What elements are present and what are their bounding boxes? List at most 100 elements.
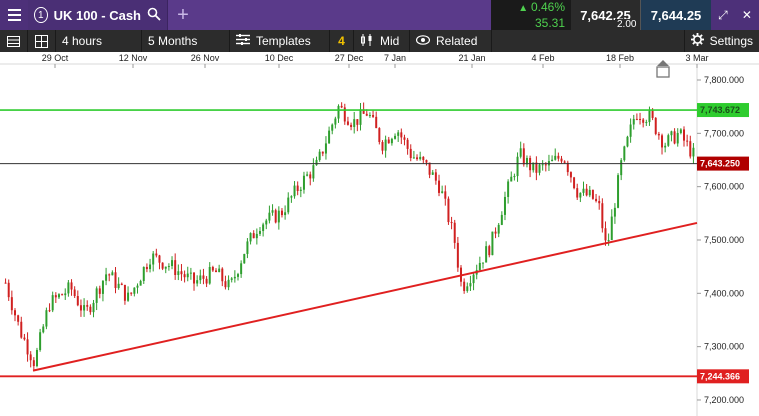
- candle-body: [607, 240, 610, 242]
- candle-body: [205, 278, 208, 284]
- instrument-selector[interactable]: 1 UK 100 - Cash: [28, 0, 168, 30]
- candle-body: [689, 141, 692, 157]
- candle-body: [416, 157, 419, 160]
- interval-selector[interactable]: 4 hours: [56, 30, 142, 52]
- candle-body: [86, 305, 89, 307]
- price-chart[interactable]: 29 Oct 12 Nov 26 Nov 10 Dec 27 Dec 7 Jan 21 Ja…: [0, 52, 759, 416]
- candle-body: [306, 174, 309, 176]
- range-selector[interactable]: 5 Months: [142, 30, 230, 52]
- candle-body: [340, 105, 343, 108]
- candle-body: [626, 136, 629, 147]
- candle-body: [92, 302, 95, 313]
- candle-body: [215, 270, 218, 273]
- candle-body: [221, 268, 224, 282]
- candle-body: [472, 274, 475, 284]
- candle-body: [667, 135, 670, 146]
- date-tick-label: 4 Feb: [531, 53, 554, 63]
- close-icon[interactable]: ✕: [742, 8, 752, 22]
- buy-price-button[interactable]: 7,644.25: [641, 0, 711, 30]
- candles-icon: [360, 33, 374, 49]
- candle-body: [29, 354, 32, 361]
- change-percent: 0.46%: [518, 0, 565, 16]
- price-tick-label: 7,400.000: [704, 288, 744, 298]
- candle-body: [130, 292, 133, 294]
- price-type-selector[interactable]: Mid: [354, 30, 410, 52]
- candle-body: [544, 164, 547, 166]
- candle-body: [45, 310, 48, 327]
- instrument-name: UK 100 - Cash: [53, 7, 141, 23]
- candle-body: [284, 212, 287, 216]
- candle-body: [598, 201, 601, 204]
- candle-body: [280, 210, 283, 216]
- candle-body: [95, 288, 98, 303]
- candle-body: [529, 157, 532, 171]
- candle-body: [676, 132, 679, 144]
- candle-body: [485, 246, 488, 263]
- candle-body: [83, 305, 86, 311]
- candle-body: [227, 279, 230, 288]
- support-tag-label: 7,244.366: [700, 371, 740, 381]
- add-instrument-icon[interactable]: +: [168, 0, 198, 30]
- candle: [667, 133, 670, 147]
- candle-body: [601, 203, 604, 229]
- candle-body: [554, 155, 557, 160]
- candle-body: [277, 210, 280, 223]
- expand-icon[interactable]: ⤢: [718, 8, 728, 23]
- candle-body: [516, 156, 519, 177]
- candle-body: [632, 118, 635, 125]
- candle-body: [233, 276, 236, 279]
- candle-body: [588, 189, 591, 196]
- candle: [39, 328, 42, 352]
- candle-body: [350, 124, 353, 127]
- candle-body: [365, 113, 368, 116]
- settings-label: Settings: [709, 34, 753, 48]
- chart-canvas[interactable]: 29 Oct 12 Nov 26 Nov 10 Dec 27 Dec 7 Jan 21 Ja…: [0, 52, 759, 416]
- candle-body: [390, 138, 393, 144]
- candle-body: [189, 272, 192, 274]
- price-tick-label: 7,200.000: [704, 395, 744, 405]
- chart-toolbar: 4 hours 5 Months Templates 4 Mid Related…: [0, 30, 759, 52]
- candle-body: [538, 164, 541, 173]
- candle-body: [101, 280, 104, 294]
- candle-body: [651, 110, 654, 118]
- candle-body: [13, 310, 16, 316]
- related-label: Related: [436, 34, 478, 48]
- candle-body: [42, 326, 45, 333]
- candle-body: [375, 116, 378, 129]
- candle-body: [500, 214, 503, 225]
- candle-body: [54, 295, 57, 298]
- candle-body: [478, 262, 481, 271]
- candle-body: [211, 266, 214, 271]
- candle-body: [262, 224, 265, 232]
- list-icon[interactable]: [0, 30, 28, 52]
- candle-body: [174, 260, 177, 275]
- layout-grid-icon[interactable]: [28, 30, 56, 52]
- candle-body: [158, 255, 161, 263]
- candle-body: [290, 196, 293, 198]
- candle-body: [299, 189, 302, 191]
- templates-icon: [236, 34, 250, 48]
- candle-body: [434, 172, 437, 181]
- settings-button[interactable]: Settings: [683, 30, 759, 52]
- candle-body: [321, 151, 324, 154]
- templates-button[interactable]: Templates: [230, 30, 330, 52]
- search-icon[interactable]: [147, 7, 161, 24]
- candle-body: [324, 143, 327, 154]
- candle-body: [384, 139, 387, 151]
- candle-body: [39, 332, 42, 350]
- candle-body: [183, 274, 186, 278]
- candle-body: [582, 188, 585, 193]
- candle: [601, 198, 604, 233]
- candle-body: [61, 294, 64, 296]
- related-button[interactable]: Related: [410, 30, 492, 52]
- candle-body: [89, 306, 92, 313]
- date-tick-label: 29 Oct: [42, 53, 69, 63]
- candle-body: [240, 263, 243, 275]
- candle-body: [595, 198, 598, 202]
- candle-body: [447, 198, 450, 223]
- candle-body: [318, 151, 321, 160]
- candle-body: [152, 253, 155, 265]
- hamburger-menu-icon[interactable]: [0, 0, 28, 30]
- candle-body: [450, 222, 453, 224]
- candle-body: [661, 135, 664, 148]
